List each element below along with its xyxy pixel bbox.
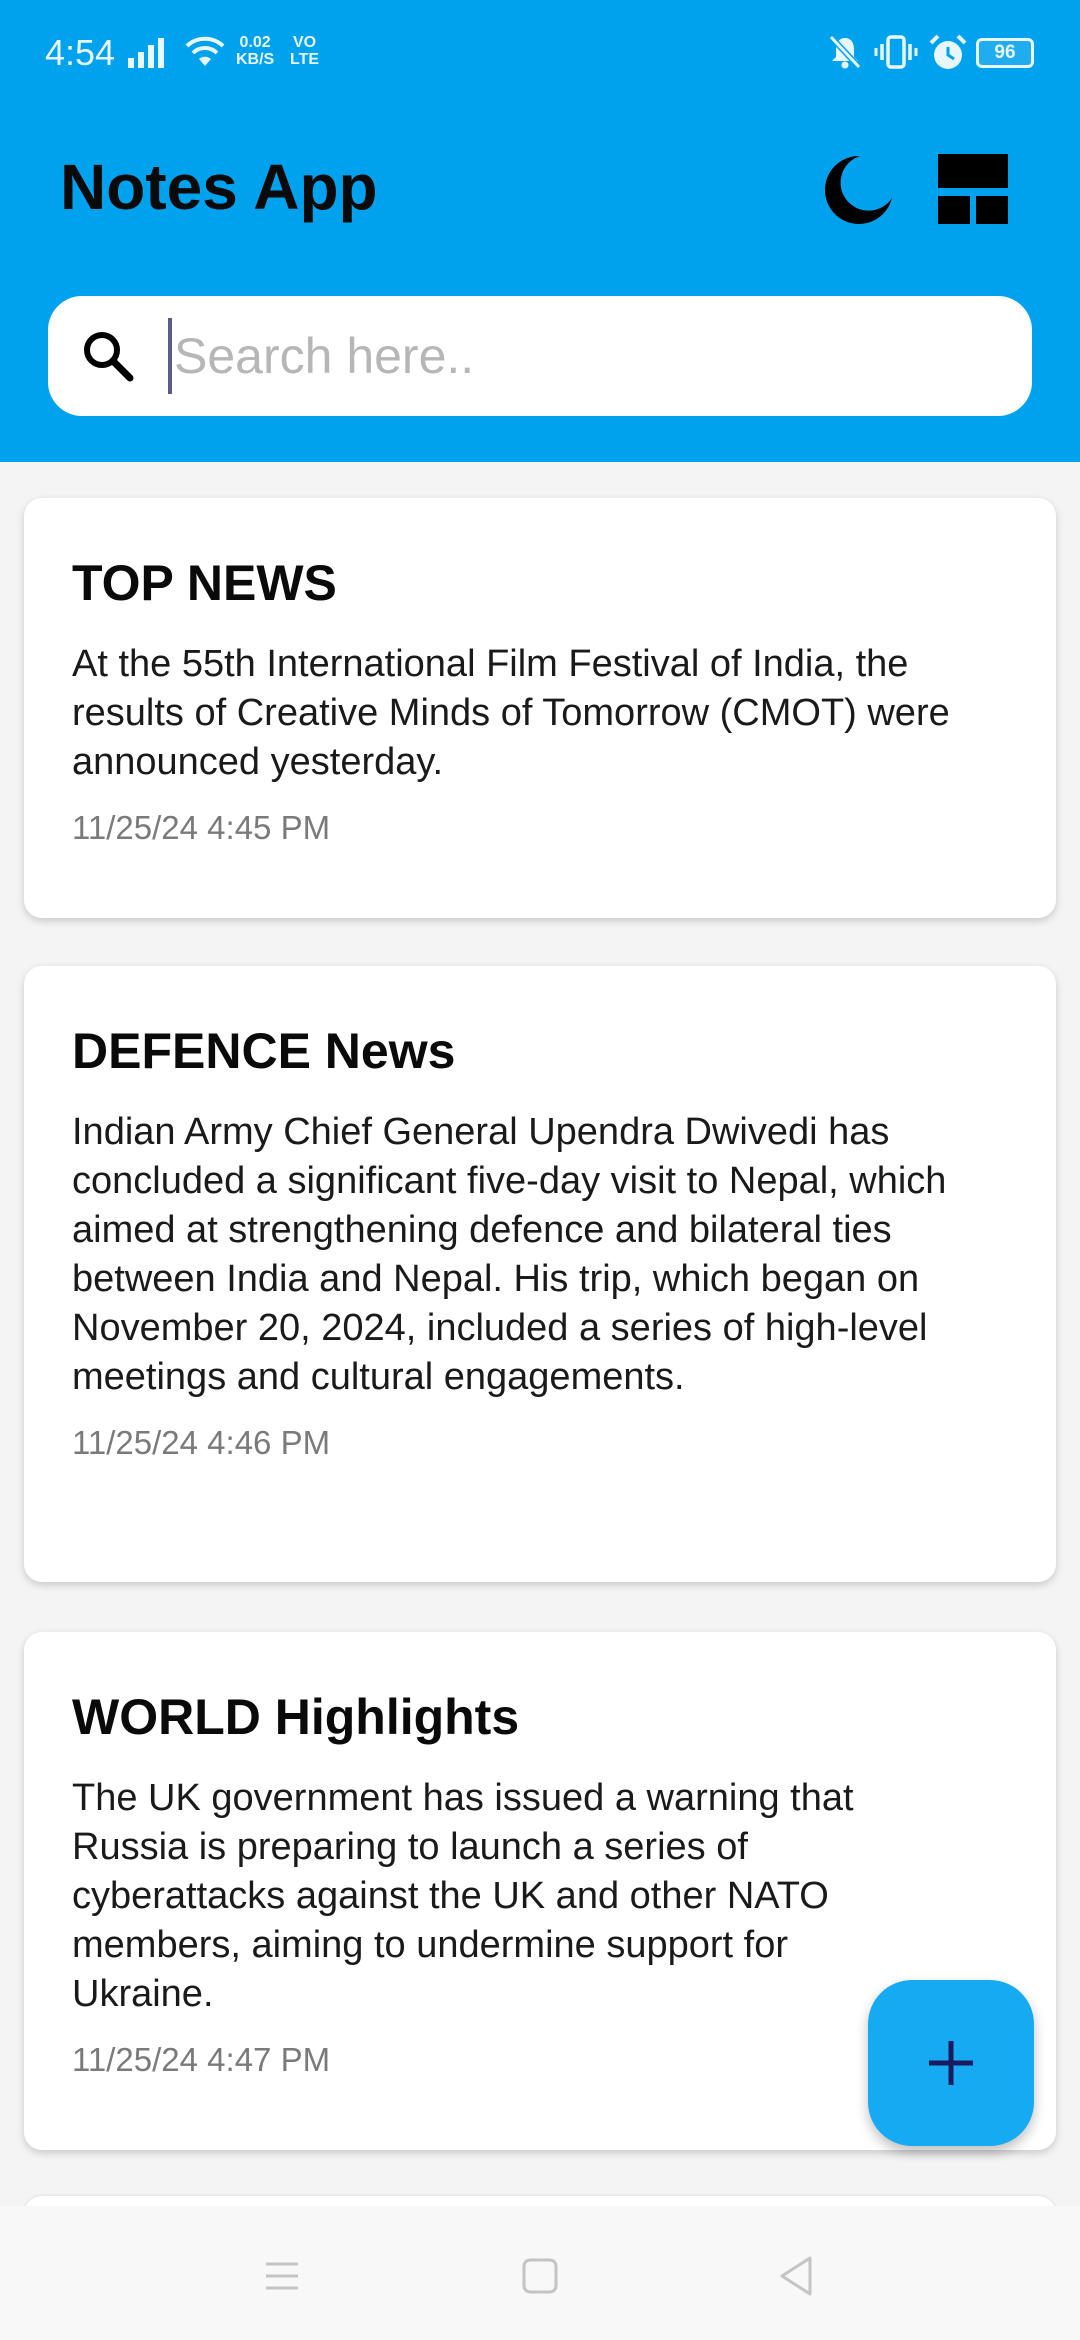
- grid-view-icon[interactable]: [936, 152, 1010, 226]
- volte-indicator: VO LTE: [290, 34, 319, 68]
- volte-bottom: LTE: [290, 51, 320, 68]
- app-header: 4:54 0.02 KB/S VO LTE 96 Notes App Searc…: [0, 0, 1080, 462]
- note-timestamp: 11/25/24 4:47 PM: [72, 2041, 331, 2078]
- signal-icon: [128, 38, 164, 68]
- volte-top: VO: [292, 34, 317, 51]
- back-icon[interactable]: [766, 2246, 826, 2306]
- mute-icon: [828, 34, 862, 70]
- moon-icon[interactable]: [816, 150, 896, 230]
- note-timestamp: 11/25/24 4:46 PM: [72, 1424, 331, 1461]
- note-body: Indian Army Chief General Upendra Dwived…: [72, 1111, 947, 1398]
- home-icon[interactable]: [510, 2246, 570, 2306]
- network-speed-value: 0.02: [239, 34, 271, 51]
- note-title: DEFENCE News: [72, 1023, 456, 1079]
- search-bar: [48, 296, 1032, 416]
- menu-icon[interactable]: [252, 2246, 312, 2306]
- note-body: At the 55th International Film Festival …: [72, 643, 950, 783]
- note-body: The UK government has issued a warning t…: [72, 1777, 854, 2015]
- vibrate-icon: [874, 35, 918, 69]
- note-title: TOP NEWS: [72, 555, 337, 611]
- battery-indicator: 96: [976, 38, 1034, 68]
- add-note-button[interactable]: [868, 1980, 1034, 2146]
- note-title: WORLD Highlights: [72, 1689, 520, 1745]
- note-card[interactable]: TOP NEWS At the 55th International Film …: [24, 498, 1056, 918]
- plus-icon: [929, 2041, 973, 2085]
- status-bar: 4:54 0.02 KB/S VO LTE 96: [0, 0, 1080, 110]
- search-icon: [84, 332, 134, 382]
- network-speed: 0.02 KB/S: [236, 34, 274, 68]
- search-input[interactable]: [168, 318, 988, 394]
- alarm-icon: [929, 34, 967, 69]
- note-timestamp: 11/25/24 4:45 PM: [72, 809, 331, 846]
- network-speed-unit: KB/S: [236, 51, 275, 68]
- status-time: 4:54: [45, 32, 116, 73]
- note-card[interactable]: DEFENCE News Indian Army Chief General U…: [24, 966, 1056, 1582]
- wifi-icon: [185, 36, 225, 66]
- app-title: Notes App: [60, 151, 378, 223]
- system-nav-bar: [0, 2206, 1080, 2340]
